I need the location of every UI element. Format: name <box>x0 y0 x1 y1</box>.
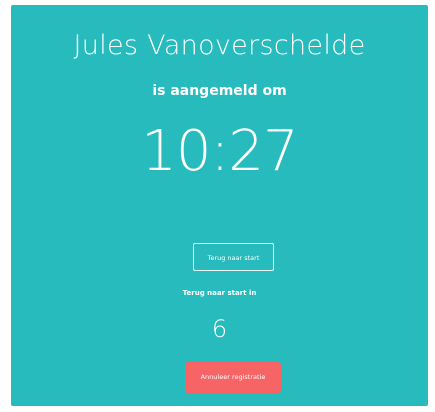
signed-in-subtitle: is aangemeld om <box>152 83 287 99</box>
countdown-label: Terug naar start in <box>182 289 257 297</box>
cancel-registration-button[interactable]: Annuleer registratie <box>185 362 281 393</box>
back-to-start-button[interactable]: Terug naar start <box>193 243 274 271</box>
countdown-seconds: 6 <box>211 315 228 343</box>
sign-in-time: 10:27 <box>141 119 298 184</box>
user-name: Jules Vanoverschelde <box>73 30 366 61</box>
registration-confirmation-screen: Jules Vanoverschelde is aangemeld om 10:… <box>11 5 428 406</box>
